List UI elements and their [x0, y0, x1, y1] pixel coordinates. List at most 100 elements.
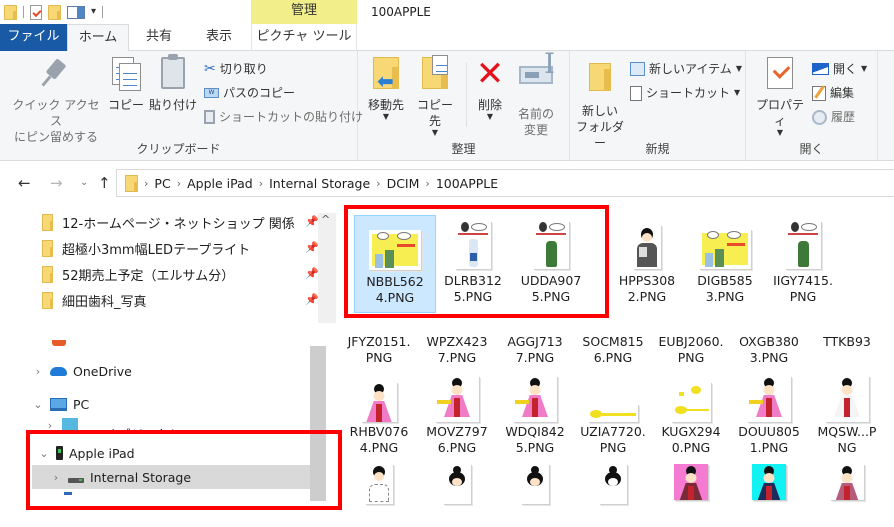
breadcrumb-separator-icon[interactable]: ›	[259, 177, 263, 190]
breadcrumb-internal-storage[interactable]: Internal Storage	[269, 176, 370, 191]
customize-dropdown-icon[interactable]: ▾	[91, 7, 96, 17]
open-button[interactable]: 開く ▼	[812, 59, 867, 79]
quick-access-item[interactable]: 超極小3mm幅LEDテープライト	[42, 236, 317, 260]
paste-button[interactable]: 貼り付け	[148, 54, 198, 113]
file-tile[interactable]	[340, 464, 418, 504]
properties-label: プロパティ	[755, 98, 804, 128]
file-name: DOUU8051.PNG	[738, 424, 800, 455]
rename-label-line1: 名前の	[517, 107, 554, 121]
toolbar-separator	[23, 6, 24, 18]
file-name[interactable]: OXGB3803.PNG	[730, 334, 808, 368]
tab-picture-tools[interactable]: ピクチャ ツール	[251, 24, 357, 51]
easy-access-button[interactable]: ショートカット ▼	[630, 83, 740, 103]
copy-to-button[interactable]: コピー先 ▼	[412, 55, 458, 137]
up-arrow-icon[interactable]: ↑	[98, 174, 111, 192]
quick-access-item[interactable]: 12-ホームページ・ネットショップ 関係	[42, 210, 317, 234]
quick-access-item[interactable]: 52期売上予定（エルサム分）	[42, 262, 317, 286]
file-tile[interactable]: MQSW...PNG	[808, 374, 886, 456]
forward-arrow-icon[interactable]: →	[50, 174, 63, 192]
copy-path-button[interactable]: W パスのコピー	[204, 83, 295, 103]
quick-access-label: 12-ホームページ・ネットショップ 関係	[62, 216, 295, 232]
pin-icon[interactable]: 📌	[305, 267, 319, 280]
collapse-chevron-icon[interactable]: ⌄	[32, 398, 44, 411]
file-tile[interactable]: HPPS3082.PNG	[606, 215, 688, 313]
file-tile[interactable]	[496, 464, 574, 504]
breadcrumb-dcim[interactable]: DCIM	[387, 176, 420, 191]
breadcrumb-100apple[interactable]: 100APPLE	[436, 176, 498, 191]
file-name[interactable]: TTKB93	[808, 334, 886, 368]
tree-item-apple-ipad[interactable]: ⌄ Apple iPad	[38, 441, 134, 465]
pin-icon[interactable]: 📌	[305, 241, 319, 254]
back-arrow-icon[interactable]: ←	[18, 174, 31, 192]
pin-icon[interactable]: 📌	[305, 215, 319, 228]
view-icon[interactable]	[67, 5, 85, 19]
file-tile[interactable]	[574, 464, 652, 504]
cut-button[interactable]: ✂ 切り取り	[204, 59, 268, 79]
file-tile[interactable]: MOVZ7976.PNG	[418, 374, 496, 456]
file-tile[interactable]: WDQI8425.PNG	[496, 374, 574, 456]
file-name[interactable]: WPZX4237.PNG	[418, 334, 496, 368]
tree-item-3d-objects[interactable]: › 3D オブジェクト	[44, 418, 181, 432]
new-item-button[interactable]: 新しいアイテム ▼	[630, 59, 742, 79]
move-to-button[interactable]: ⬅ 移動先 ▼	[364, 57, 408, 121]
nav-pane-scrollbar[interactable]: ^	[318, 213, 336, 323]
breadcrumb-separator-icon[interactable]: ›	[425, 177, 429, 190]
file-tile[interactable]: UDDA9075.PNG	[510, 215, 592, 313]
file-tile[interactable]: KUGX2940.PNG	[652, 374, 730, 456]
breadcrumb-apple-ipad[interactable]: Apple iPad	[187, 176, 253, 191]
tab-file[interactable]: ファイル	[0, 24, 67, 51]
file-tile[interactable]	[652, 464, 730, 500]
file-name[interactable]: JFYZ0151.PNG	[340, 334, 418, 368]
pin-to-quick-access-button[interactable]: クイック アクセス にピン留めする	[8, 57, 104, 145]
tree-item-internal-storage[interactable]: › Internal Storage	[50, 465, 191, 489]
file-tile[interactable]: DIGB5853.PNG	[684, 215, 766, 313]
file-tile[interactable]: DOUU8051.PNG	[730, 374, 808, 456]
expand-chevron-icon[interactable]: ›	[50, 471, 62, 484]
pin-icon	[41, 57, 71, 87]
thumbnail-image	[443, 464, 471, 504]
tree-item-onedrive[interactable]: › OneDrive	[32, 359, 132, 383]
file-tile[interactable]	[418, 464, 496, 504]
file-tile[interactable]: UZIA7720.PNG	[574, 374, 652, 456]
file-name[interactable]: AGGJ7137.PNG	[496, 334, 574, 368]
history-button[interactable]: 履歴	[812, 107, 855, 127]
tab-home[interactable]: ホーム	[67, 24, 129, 52]
recent-locations-chevron-icon[interactable]: ⌄	[80, 174, 88, 192]
file-tile[interactable]: DLRB3125.PNG	[432, 215, 514, 313]
properties-button[interactable]: プロパティ ▼	[752, 57, 808, 137]
address-bar[interactable]: › PC › Apple iPad › Internal Storage › D…	[116, 169, 894, 197]
file-name[interactable]: EUBJ2060.PNG	[652, 334, 730, 368]
file-name[interactable]: SOCM8156.PNG	[574, 334, 652, 368]
file-tile[interactable]	[730, 464, 808, 500]
file-tile[interactable]: RHBV0764.PNG	[340, 374, 418, 456]
breadcrumb-separator-icon[interactable]: ›	[144, 177, 148, 190]
tab-view[interactable]: 表示	[193, 24, 245, 51]
paste-shortcut-button[interactable]: ショートカットの貼り付け	[204, 107, 363, 127]
copy-button[interactable]: コピー	[106, 57, 146, 113]
window-title: 100APPLE	[371, 5, 431, 19]
expand-chevron-icon[interactable]: ›	[44, 419, 56, 432]
breadcrumb-pc[interactable]: PC	[154, 176, 170, 191]
quick-access-item[interactable]: 細田歯科_写真	[42, 288, 317, 312]
tree-item-pc[interactable]: ⌄ PC	[32, 392, 89, 416]
properties-icon[interactable]	[30, 4, 42, 20]
history-label: 履歴	[831, 110, 856, 124]
edit-button[interactable]: 編集	[812, 83, 854, 103]
new-folder-button[interactable]: 新しい フォルダー	[574, 63, 626, 151]
tab-share[interactable]: 共有	[133, 24, 185, 51]
breadcrumb-separator-icon[interactable]: ›	[177, 177, 181, 190]
new-folder-icon[interactable]	[48, 4, 61, 20]
file-tile[interactable]	[808, 464, 886, 500]
dropdown-arrow-icon: ▼	[776, 128, 784, 137]
pin-icon[interactable]: 📌	[305, 293, 319, 306]
expand-chevron-icon[interactable]: ›	[32, 365, 44, 378]
delete-button[interactable]: ✕ 削除 ▼	[472, 57, 508, 121]
file-tile[interactable]: IIGY7415.PNG	[762, 215, 844, 313]
breadcrumb-separator-icon[interactable]: ›	[376, 177, 380, 190]
scroll-up-chevron-icon[interactable]: ^	[321, 213, 330, 226]
rename-button[interactable]: 名前の 変更	[514, 56, 558, 138]
file-tile[interactable]: NBBL5624.PNG	[354, 215, 436, 313]
nav-pane-scrollbar-thumb[interactable]	[310, 346, 326, 501]
collapse-chevron-icon[interactable]: ⌄	[38, 447, 50, 460]
file-name: IIGY7415.PNG	[773, 273, 833, 304]
